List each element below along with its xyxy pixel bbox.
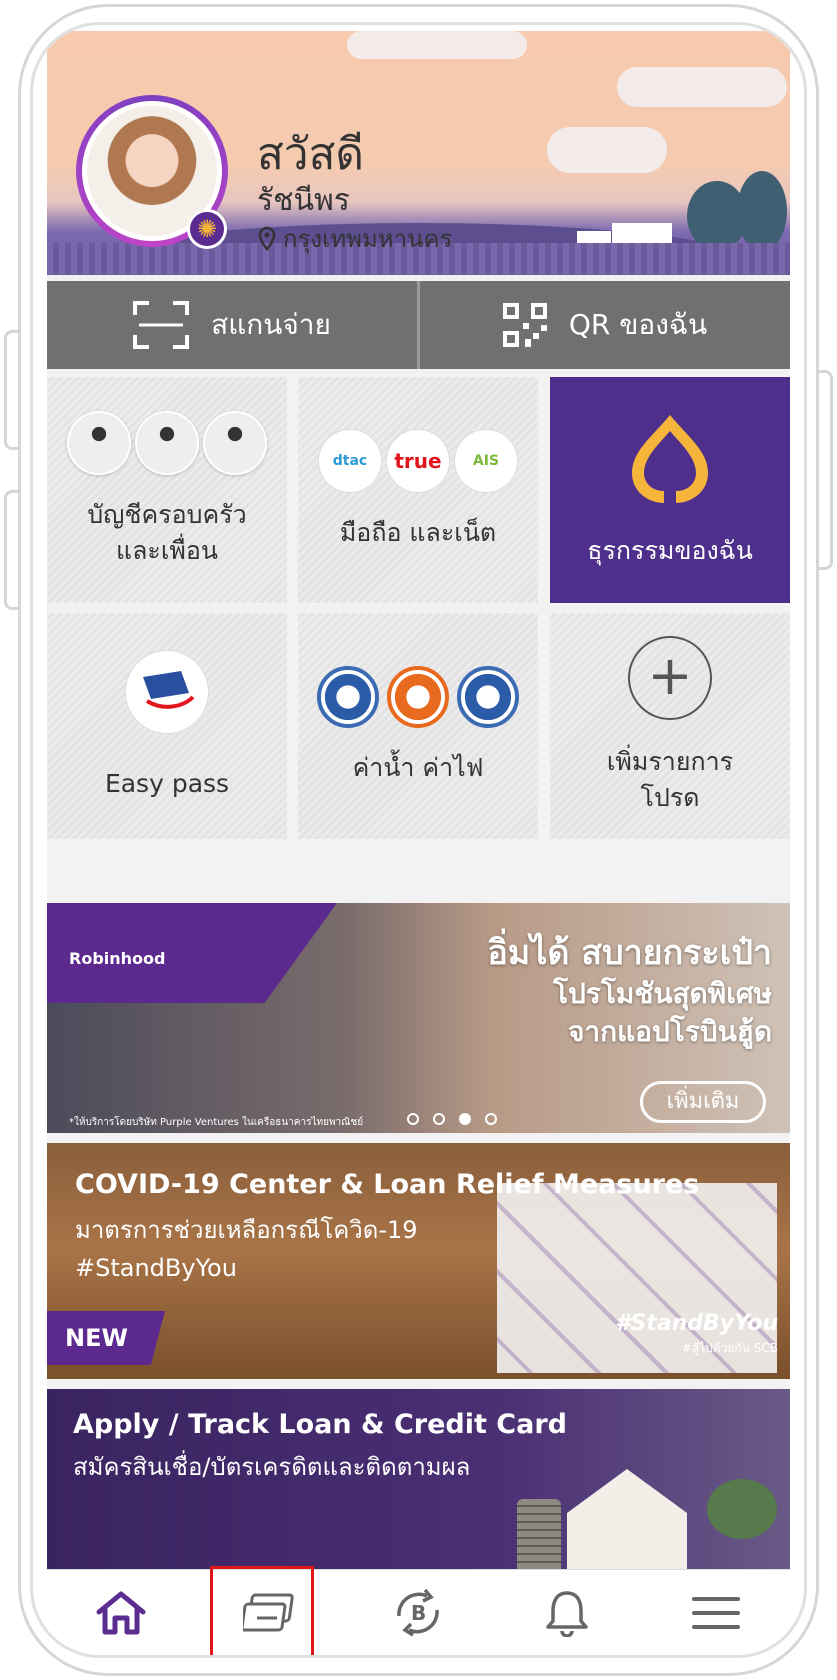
home-icon [96,1591,146,1634]
bitcoin-exchange-icon: B [397,1588,440,1636]
banner-title: Apply / Track Loan & Credit Card [73,1409,567,1440]
people-icon [203,411,267,475]
robinhood-logo: Robinhood [69,949,166,968]
user-name: รัชนีพร [257,183,350,218]
banner-subtitle-line: โปรโมชันสุดพิเศษ [552,977,772,1010]
carousel-dot[interactable] [407,1113,419,1125]
tile-label: ธุรกรรมของฉัน [587,536,753,565]
more-button[interactable]: เพิ่มเติม [640,1081,766,1123]
location: กรุงเทพมหานคร [257,219,452,258]
tile-mobile-internet[interactable]: dtac true AIS มือถือ และเน็ต [298,377,538,603]
tile-label: มือถือ และเน็ต [339,518,497,547]
menu-icon [691,1596,740,1629]
banner-hashtag: #StandByYou [75,1254,237,1282]
carousel-dots[interactable] [407,1113,497,1125]
banner-subtitle: สมัครสินเชื่อ/บัตรเครดิตและติดตามผล [73,1453,471,1481]
banner-subtitle-line: จากแอปโรบินฮู้ด [568,1015,772,1048]
my-qr-button[interactable]: QR ของฉัน [420,281,790,369]
tile-label: และเพื่อน [116,536,218,565]
profile-header: ✺ สวัสดี รัชนีพร กรุงเทพมหานคร [47,31,790,275]
tile-label: ค่าน้ำ ค่าไฟ [352,753,484,782]
electricity-authority-logo-icon [387,666,449,728]
tile-easy-pass[interactable]: Easy pass [47,613,287,839]
carousel-dot[interactable] [485,1113,497,1125]
banner-headline: อิ่มได้ สบายกระเป๋า [487,933,772,973]
standbyyou-tag: #StandByYou [615,1311,778,1336]
app-screen: ✺ สวัสดี รัชนีพร กรุงเทพมหานคร สแกนจ่าย … [47,31,790,1655]
ais-logo-icon: AIS [454,429,518,493]
cloud [547,127,667,173]
cloud [617,67,787,107]
scan-pay-button[interactable]: สแกนจ่าย [47,281,417,369]
plant-image [707,1479,777,1539]
phone-screen-bezel: ✺ สวัสดี รัชนีพร กรุงเทพมหานคร สแกนจ่าย … [30,22,807,1658]
tile-add-favorite[interactable]: + เพิ่มรายการ โปรด [550,613,790,839]
tile-my-transactions[interactable]: ธุรกรรมของฉัน [550,377,790,603]
power-button [819,370,833,570]
nav-menu[interactable] [641,1570,790,1655]
nav-notifications[interactable] [493,1570,642,1655]
svg-text:B: B [411,1601,426,1625]
tree [737,171,787,251]
qr-code-icon [502,303,547,347]
carousel-dot[interactable] [433,1113,445,1125]
carousel-dot-active[interactable] [459,1113,471,1125]
house-image [567,1469,687,1569]
water-authority-logo-icon [317,666,379,728]
scb-logo-icon [632,415,708,503]
people-icon [135,411,199,475]
tile-label: เพิ่มรายการ [606,747,734,776]
scan-icon [133,301,190,349]
banner-subtitle: โปรโมชันสุดพิเศษ จากแอปโรบินฮู้ด [553,975,772,1051]
coins-image [517,1499,561,1569]
bottom-navigation: B [47,1566,790,1655]
profile-badge-icon[interactable]: ✺ [187,209,227,249]
new-badge: NEW [47,1311,165,1365]
true-logo-icon: true [386,429,450,493]
bell-icon [546,1590,588,1637]
carrier-logos: dtac true AIS [318,429,518,493]
nav-home[interactable] [47,1570,196,1655]
people-icon [67,411,131,475]
covid-relief-banner[interactable]: COVID-19 Center & Loan Relief Measures ม… [47,1143,790,1379]
banner-subtitle-line: มาตรการช่วยเหลือกรณีโควิด-19 [75,1216,418,1244]
tile-label: Easy pass [104,769,230,798]
location-pin-icon [258,226,276,251]
banner-footnote: *ให้บริการโดยบริษัท Purple Ventures ในเค… [69,1117,364,1128]
quick-actions-bar: สแกนจ่าย QR ของฉัน [47,281,790,369]
utility-logos [317,666,519,728]
banner-subtitle: มาตรการช่วยเหลือกรณีโควิด-19 #StandByYou [75,1211,418,1287]
my-qr-label: QR ของฉัน [568,308,708,341]
tile-label: บัญชีครอบครัว [87,500,247,529]
tile-label: โปรด [640,783,700,812]
tile-family-accounts[interactable]: บัญชีครอบครัว และเพื่อน [47,377,287,603]
family-icons [67,411,267,475]
location-text: กรุงเทพมหานคร [283,225,453,253]
volume-up-button [4,330,18,450]
standbyyou-subtag: #สู้ไปด้วยกัน SCB [681,1341,778,1355]
cloud [347,31,527,59]
provincial-water-logo-icon [457,666,519,728]
plus-icon: + [628,636,712,720]
nav-transfer[interactable]: B [344,1570,493,1655]
scan-pay-label: สแกนจ่าย [211,308,331,341]
banner-title: COVID-19 Center & Loan Relief Measures [75,1169,700,1200]
nav-cards[interactable] [196,1566,345,1655]
tile-utilities[interactable]: ค่าน้ำ ค่าไฟ [298,613,538,839]
easy-pass-logo-icon [125,650,209,734]
volume-down-button [4,490,18,610]
loan-credit-card-banner[interactable]: Apply / Track Loan & Credit Card สมัครสิ… [47,1389,790,1569]
card-icon [242,1593,294,1631]
dtac-logo-icon: dtac [318,429,382,493]
robinhood-promo-banner[interactable]: Robinhood อิ่มได้ สบายกระเป๋า โปรโมชันสุ… [47,903,790,1133]
